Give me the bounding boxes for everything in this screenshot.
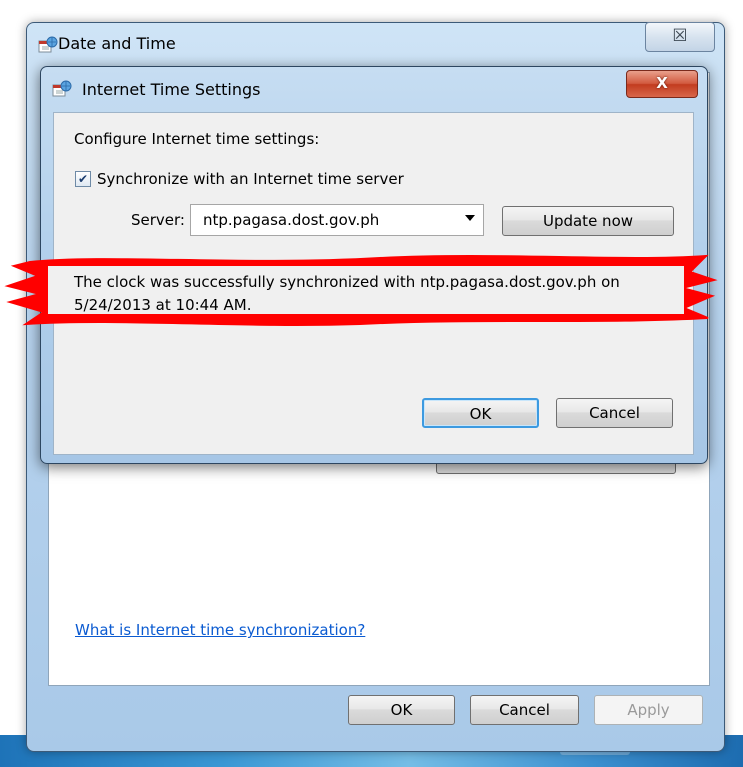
server-value: ntp.pagasa.dost.gov.ph (203, 211, 380, 229)
server-dropdown[interactable]: ntp.pagasa.dost.gov.ph (190, 204, 484, 236)
update-now-button[interactable]: Update now (502, 206, 674, 236)
apply-button[interactable]: Apply (594, 695, 703, 725)
date-time-globe-icon (38, 36, 58, 53)
window-title: Date and Time (58, 34, 176, 53)
dialog-ok-button[interactable]: OK (422, 398, 539, 428)
settings-heading: Configure Internet time settings: (74, 130, 320, 148)
date-time-globe-icon (52, 80, 72, 97)
ok-button[interactable]: OK (348, 695, 455, 725)
dialog-cancel-button[interactable]: Cancel (556, 398, 673, 428)
help-link[interactable]: What is Internet time synchronization? (75, 621, 365, 639)
cancel-button[interactable]: Cancel (470, 695, 579, 725)
sync-status-text: The clock was successfully synchronized … (74, 273, 620, 291)
close-button[interactable]: ☒ (645, 22, 715, 52)
sync-checkbox[interactable]: ✔ (75, 171, 91, 187)
dialog-close-button[interactable]: X (626, 70, 698, 98)
chevron-down-icon[interactable] (465, 215, 475, 221)
server-label: Server: (131, 211, 185, 229)
dialog-title: Internet Time Settings (82, 80, 261, 99)
sync-checkbox-label[interactable]: Synchronize with an Internet time server (97, 170, 404, 188)
sync-status-text: 5/24/2013 at 10:44 AM. (74, 296, 252, 314)
